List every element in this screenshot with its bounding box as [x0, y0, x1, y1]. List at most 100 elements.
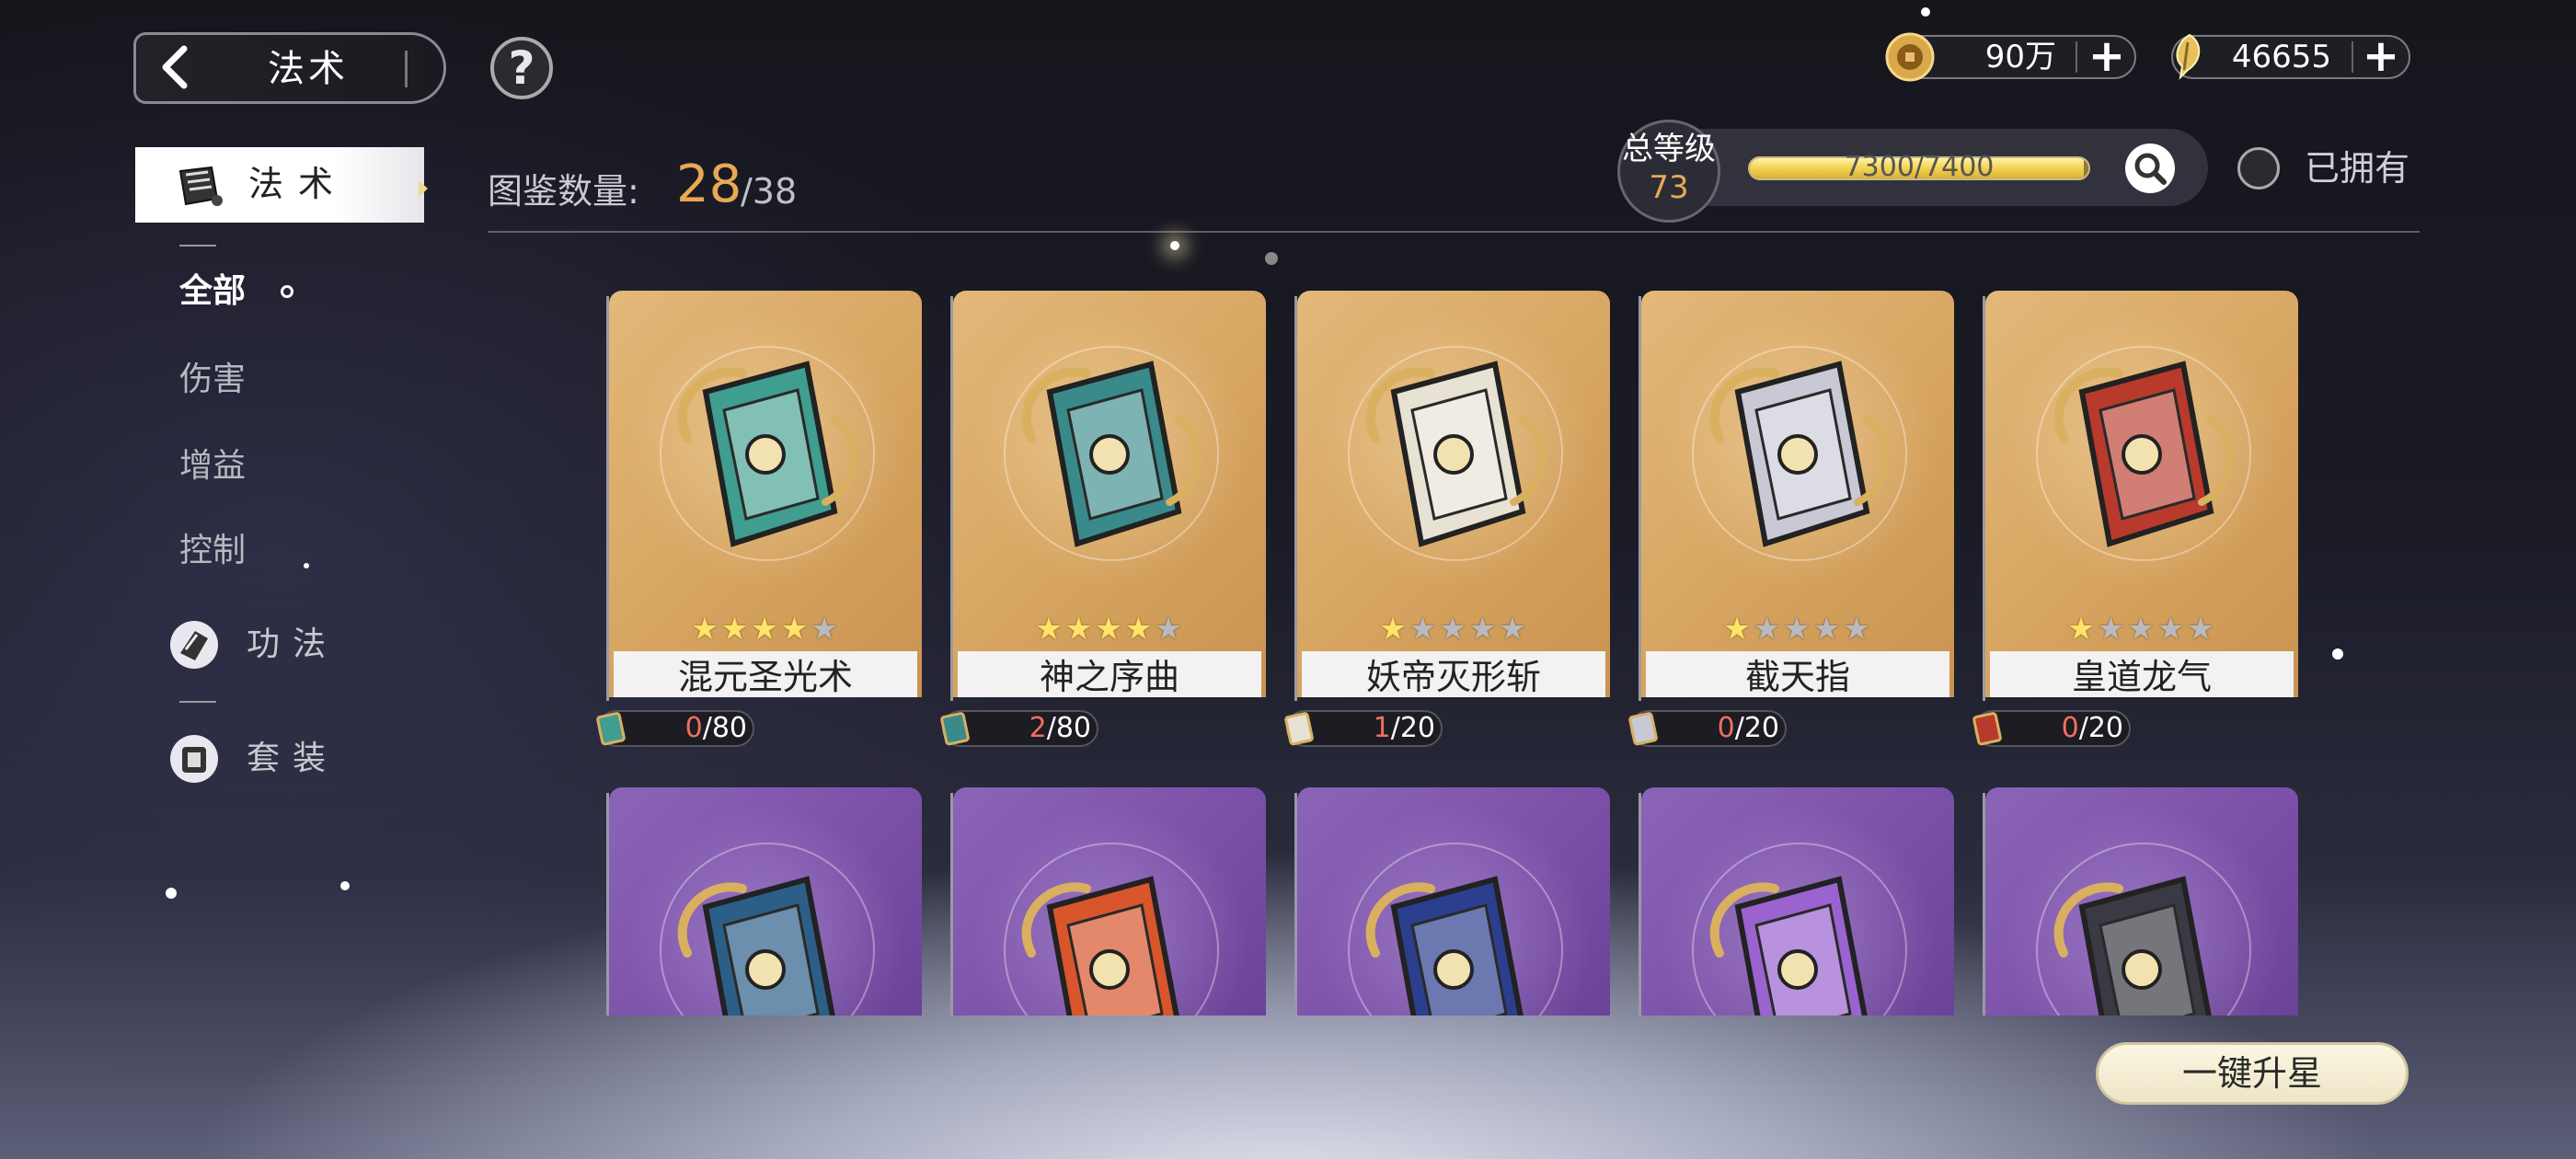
level-value: 73: [1649, 169, 1689, 206]
sidebar-group-sets[interactable]: 套装: [247, 736, 357, 782]
collection-count: 28: [676, 155, 742, 214]
card-border: [950, 296, 953, 701]
fragment-total: /20: [1390, 712, 1435, 744]
filter-damage[interactable]: 伤害: [179, 357, 271, 403]
filled-star-icon: ★: [1722, 611, 1754, 648]
one-key-star-up-button[interactable]: 一键升星: [2096, 1042, 2409, 1105]
fragment-current: 0: [1717, 712, 1735, 744]
filled-star-icon: ★: [1034, 611, 1065, 648]
empty-star-icon: ★: [1498, 611, 1529, 648]
fragment-icon: [1625, 709, 1663, 748]
card-border: [1639, 296, 1641, 701]
armor-set-icon[interactable]: [167, 732, 221, 786]
empty-star-icon: ★: [1782, 611, 1813, 648]
search-icon: [2134, 153, 2167, 185]
active-indicator-icon: [419, 180, 428, 197]
spell-book-icon: [677, 361, 858, 547]
coin-amount: 90万: [1984, 39, 2056, 75]
spell-card[interactable]: [1641, 787, 1954, 1016]
empty-star-icon: ★: [1409, 611, 1439, 648]
title-divider: [405, 51, 408, 87]
filter-all[interactable]: 全部: [179, 269, 271, 315]
spell-book-icon: [677, 876, 835, 1016]
selected-dot-icon: [281, 285, 293, 298]
help-button[interactable]: ?: [490, 37, 553, 99]
card-border: [1639, 793, 1641, 1016]
spell-card[interactable]: [609, 787, 922, 1016]
empty-star-icon: ★: [1154, 611, 1185, 648]
spell-name: 妖帝灭形斩: [1302, 651, 1605, 697]
fragment-total: /80: [702, 712, 747, 744]
card-border: [606, 793, 609, 1016]
spell-book-icon: [2053, 361, 2235, 547]
empty-star-icon: ★: [2126, 611, 2157, 648]
empty-star-icon: ★: [2097, 611, 2127, 648]
star-rating: ★★★★★: [1297, 613, 1610, 646]
filter-buff[interactable]: 增益: [179, 443, 271, 489]
card-border: [950, 793, 953, 1016]
add-coin-button[interactable]: +: [2085, 34, 2129, 78]
spell-card[interactable]: ★★★★★ 截天指: [1641, 291, 1954, 697]
scroll-fan-icon[interactable]: [167, 618, 221, 671]
empty-star-icon: ★: [1842, 611, 1873, 648]
spell-name: 混元圣光术: [614, 651, 917, 697]
divider: [2076, 41, 2077, 73]
add-feather-button[interactable]: +: [2359, 34, 2403, 78]
spell-card[interactable]: [1985, 787, 2298, 1016]
fragment-current: 0: [684, 712, 703, 744]
fragment-count: 2/80: [999, 710, 1091, 747]
spell-name: 皇道龙气: [1990, 651, 2294, 697]
spell-card[interactable]: ★★★★★ 皇道龙气: [1985, 291, 2298, 697]
empty-star-icon: ★: [1753, 611, 1783, 648]
spell-book-icon: [2053, 876, 2212, 1016]
spell-book-icon: [1365, 876, 1524, 1016]
card-border: [1294, 296, 1297, 701]
owned-label[interactable]: 已拥有: [2305, 143, 2424, 194]
spell-book-icon: [1021, 361, 1202, 547]
divider: [2352, 41, 2353, 73]
spell-card[interactable]: [1297, 787, 1610, 1016]
search-button[interactable]: [2125, 143, 2175, 193]
filled-star-icon: ★: [780, 611, 811, 648]
scroll-icon: [175, 164, 224, 208]
spell-card[interactable]: ★★★★★ 神之序曲: [953, 291, 1266, 697]
fragment-icon: [937, 709, 975, 748]
fragment-icon: [1969, 709, 2007, 748]
back-arrow-icon[interactable]: [156, 44, 193, 90]
owned-checkbox[interactable]: [2237, 147, 2280, 189]
filled-star-icon: ★: [1094, 611, 1125, 648]
fragment-icon: [592, 709, 631, 748]
level-label: 总等级: [1622, 131, 1716, 167]
spell-book-icon: [1365, 361, 1547, 547]
card-border: [1983, 793, 1985, 1016]
sidebar-group-skills[interactable]: 功法: [247, 622, 357, 668]
spell-card[interactable]: [953, 787, 1266, 1016]
empty-star-icon: ★: [810, 611, 841, 648]
spell-name: 神之序曲: [958, 651, 1261, 697]
empty-star-icon: ★: [2186, 611, 2217, 648]
fragment-count: 0/80: [655, 710, 747, 747]
collection-label: 图鉴数量:: [488, 171, 639, 212]
feather-amount: 46655: [2231, 39, 2331, 75]
sidebar-tab-label: 法术: [248, 164, 349, 204]
filled-star-icon: ★: [2066, 611, 2098, 648]
empty-star-icon: ★: [1438, 611, 1469, 648]
spell-card[interactable]: ★★★★★ 妖帝灭形斩: [1297, 291, 1610, 697]
divider: [179, 701, 216, 703]
spell-card[interactable]: ★★★★★ 混元圣光术: [609, 291, 922, 697]
filter-control[interactable]: 控制: [179, 528, 271, 574]
sparkle: [2332, 648, 2343, 660]
spell-book-icon: [1021, 876, 1179, 1016]
fragment-current: 0: [2061, 712, 2079, 744]
sparkle: [1921, 7, 1930, 17]
fragment-total: /20: [1734, 712, 1779, 744]
spell-name: 截天指: [1646, 651, 1949, 697]
fragment-count: 0/20: [2031, 710, 2123, 747]
page-title: 法术: [268, 48, 349, 90]
sparkle: [166, 888, 177, 899]
fragment-count: 0/20: [1687, 710, 1779, 747]
empty-star-icon: ★: [2156, 611, 2187, 648]
filled-star-icon: ★: [720, 611, 751, 648]
empty-star-icon: ★: [1812, 611, 1843, 648]
fragment-count: 1/20: [1343, 710, 1435, 747]
